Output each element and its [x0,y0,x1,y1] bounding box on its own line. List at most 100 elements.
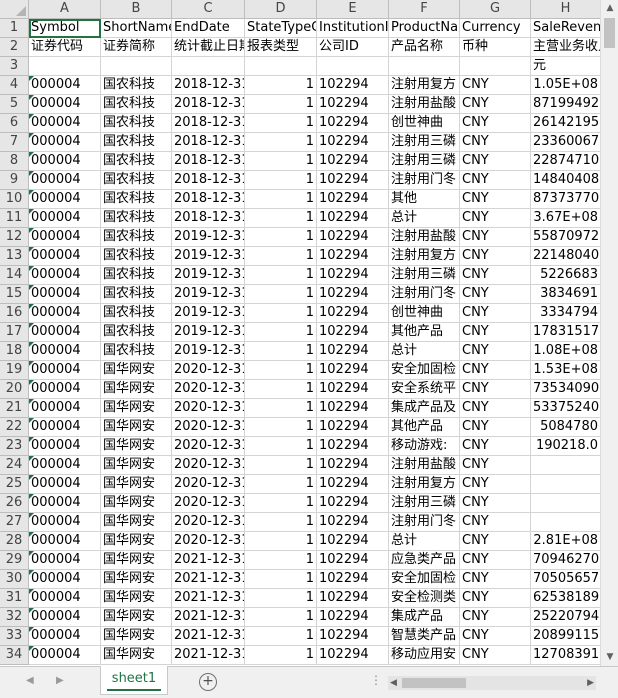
cell-b4[interactable]: 国农科技 [101,76,172,95]
cell-g23[interactable]: CNY [460,437,531,456]
cell-b21[interactable]: 国华网安 [101,399,172,418]
cell-e6[interactable]: 102294 [317,114,389,133]
cell-b30[interactable]: 国华网安 [101,570,172,589]
cell-g32[interactable]: CNY [460,608,531,627]
cell-d3[interactable] [245,57,317,76]
cell-d19[interactable]: 1 [245,361,317,380]
row-header[interactable]: 3 [0,57,29,76]
cell-h2[interactable]: 主营业务收入 [531,38,600,57]
row-header[interactable]: 4 [0,76,29,95]
cell-c18[interactable]: 2019-12-31 [172,342,245,361]
cell-d26[interactable]: 1 [245,494,317,513]
cell-a3[interactable] [29,57,101,76]
cell-b5[interactable]: 国农科技 [101,95,172,114]
cell-b8[interactable]: 国农科技 [101,152,172,171]
cell-h23[interactable]: 190218.0 [531,437,600,456]
cell-e4[interactable]: 102294 [317,76,389,95]
cell-c20[interactable]: 2020-12-31 [172,380,245,399]
cell-f16[interactable]: 创世神曲 [389,304,460,323]
cell-a21[interactable]: 000004 [29,399,101,418]
row-header[interactable]: 17 [0,323,29,342]
cell-d32[interactable]: 1 [245,608,317,627]
cell-e16[interactable]: 102294 [317,304,389,323]
cell-c13[interactable]: 2019-12-31 [172,247,245,266]
cell-a14[interactable]: 000004 [29,266,101,285]
cell-c1[interactable]: EndDate [172,19,245,38]
cell-d27[interactable]: 1 [245,513,317,532]
cell-h33[interactable]: 20899115 [531,627,600,646]
cell-g2[interactable]: 币种 [460,38,531,57]
cell-c15[interactable]: 2019-12-31 [172,285,245,304]
cell-h28[interactable]: 2.81E+08 [531,532,600,551]
cell-d21[interactable]: 1 [245,399,317,418]
cell-d25[interactable]: 1 [245,475,317,494]
cell-h20[interactable]: 73534090 [531,380,600,399]
cell-f8[interactable]: 注射用三磷 [389,152,460,171]
cell-b32[interactable]: 国华网安 [101,608,172,627]
row-header[interactable]: 15 [0,285,29,304]
row-header[interactable]: 31 [0,589,29,608]
cell-d8[interactable]: 1 [245,152,317,171]
cell-b28[interactable]: 国华网安 [101,532,172,551]
row-header[interactable]: 8 [0,152,29,171]
cell-b9[interactable]: 国农科技 [101,171,172,190]
cell-f14[interactable]: 注射用三磷 [389,266,460,285]
cell-c30[interactable]: 2021-12-31 [172,570,245,589]
row-header[interactable]: 1 [0,19,29,38]
cell-g25[interactable]: CNY [460,475,531,494]
cell-b7[interactable]: 国农科技 [101,133,172,152]
cell-d4[interactable]: 1 [245,76,317,95]
cell-g33[interactable]: CNY [460,627,531,646]
cell-f23[interactable]: 移动游戏: [389,437,460,456]
row-header[interactable]: 23 [0,437,29,456]
cell-b31[interactable]: 国华网安 [101,589,172,608]
cell-e27[interactable]: 102294 [317,513,389,532]
cell-b29[interactable]: 国华网安 [101,551,172,570]
cell-g11[interactable]: CNY [460,209,531,228]
cell-e28[interactable]: 102294 [317,532,389,551]
cell-e7[interactable]: 102294 [317,133,389,152]
cell-b26[interactable]: 国华网安 [101,494,172,513]
cell-d22[interactable]: 1 [245,418,317,437]
cell-a13[interactable]: 000004 [29,247,101,266]
cell-e5[interactable]: 102294 [317,95,389,114]
cell-a23[interactable]: 000004 [29,437,101,456]
cell-f32[interactable]: 集成产品 [389,608,460,627]
cell-d12[interactable]: 1 [245,228,317,247]
cell-e17[interactable]: 102294 [317,323,389,342]
cell-d11[interactable]: 1 [245,209,317,228]
cell-g29[interactable]: CNY [460,551,531,570]
cell-h9[interactable]: 14840408 [531,171,600,190]
cell-e14[interactable]: 102294 [317,266,389,285]
cell-h32[interactable]: 25220794 [531,608,600,627]
cell-e32[interactable]: 102294 [317,608,389,627]
cell-a11[interactable]: 000004 [29,209,101,228]
cell-g15[interactable]: CNY [460,285,531,304]
cell-b34[interactable]: 国华网安 [101,646,172,665]
cell-g10[interactable]: CNY [460,190,531,209]
sheet-tab-sheet1[interactable]: sheet1 [100,666,168,695]
cell-c10[interactable]: 2018-12-31 [172,190,245,209]
cell-d10[interactable]: 1 [245,190,317,209]
cell-c12[interactable]: 2019-12-31 [172,228,245,247]
cell-e31[interactable]: 102294 [317,589,389,608]
cell-d30[interactable]: 1 [245,570,317,589]
cell-f26[interactable]: 注射用三磷 [389,494,460,513]
cell-e19[interactable]: 102294 [317,361,389,380]
column-header-h[interactable]: H [531,0,600,19]
cell-g12[interactable]: CNY [460,228,531,247]
cell-g3[interactable] [460,57,531,76]
cell-h24[interactable] [531,456,600,475]
cell-f3[interactable] [389,57,460,76]
cell-f4[interactable]: 注射用复方 [389,76,460,95]
cell-a5[interactable]: 000004 [29,95,101,114]
cell-b12[interactable]: 国农科技 [101,228,172,247]
cell-b6[interactable]: 国农科技 [101,114,172,133]
row-header[interactable]: 18 [0,342,29,361]
column-header-b[interactable]: B [101,0,172,19]
scroll-up-arrow-icon[interactable]: ▲ [604,1,616,15]
cell-b24[interactable]: 国华网安 [101,456,172,475]
cell-c32[interactable]: 2021-12-31 [172,608,245,627]
cell-f1[interactable]: ProductName [389,19,460,38]
spreadsheet-grid[interactable]: A B C D E F G H 1 Symbol ShortName EndDate StateType… [0,0,600,666]
